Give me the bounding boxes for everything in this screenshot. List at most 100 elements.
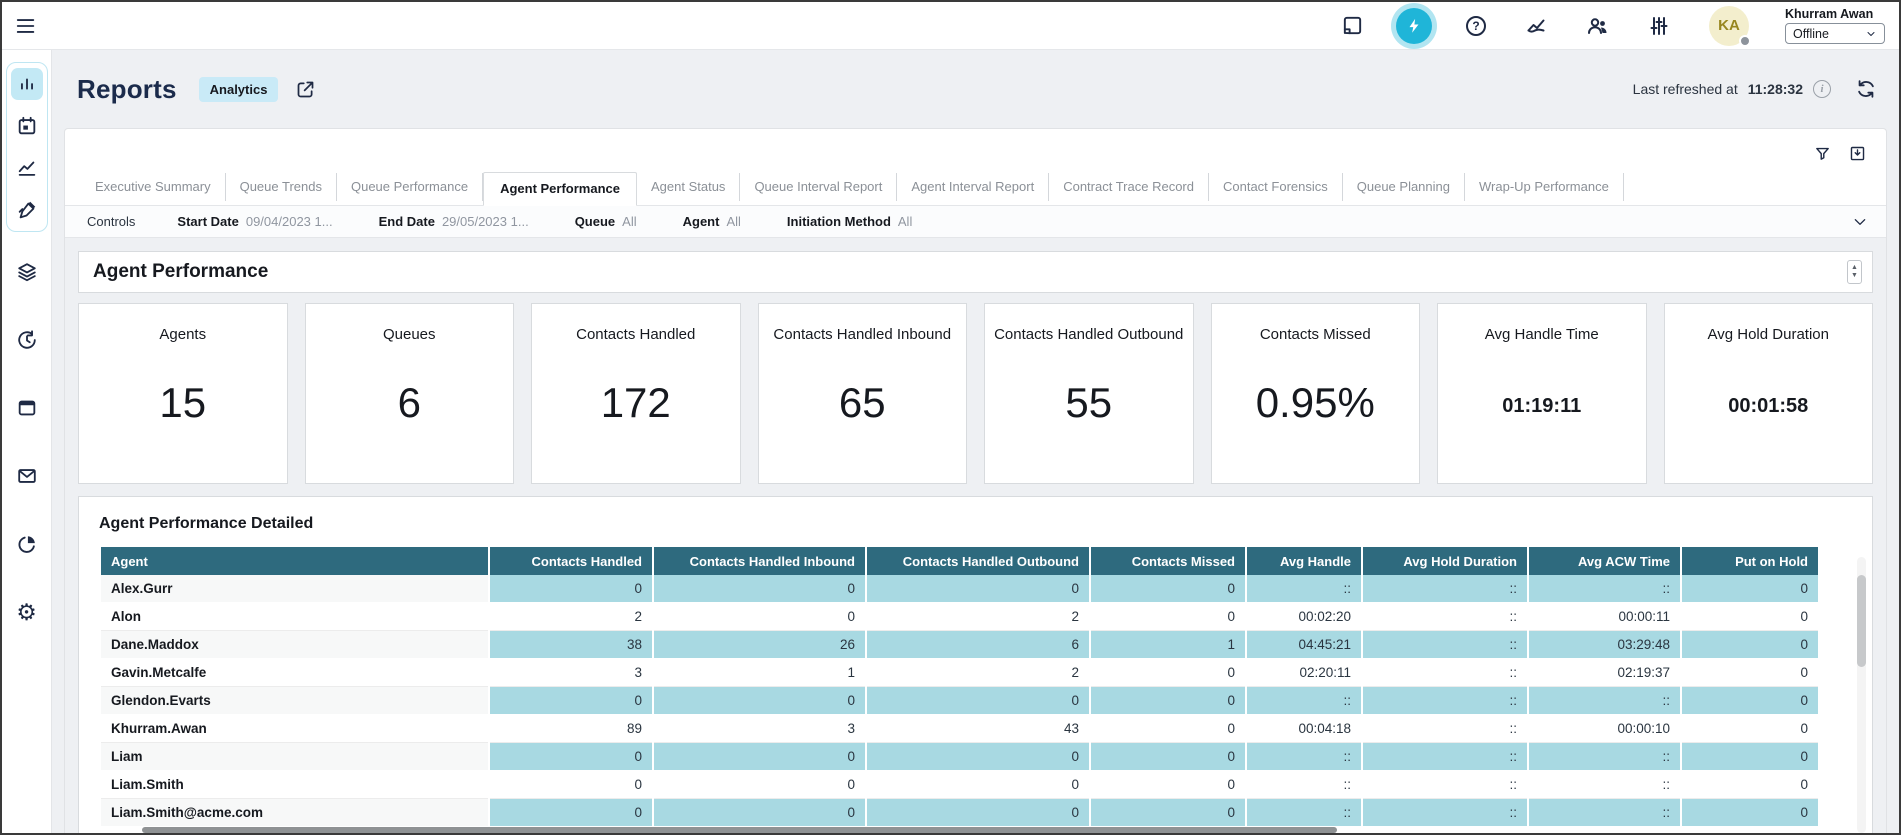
layers-icon bbox=[16, 261, 38, 283]
sidebar-item-scheduled-reports[interactable] bbox=[11, 110, 43, 142]
kpi-card-title: Queues bbox=[375, 326, 444, 343]
filter-label: Queue bbox=[575, 214, 615, 229]
hamburger-menu-icon[interactable] bbox=[15, 15, 37, 37]
column-header-avg-acw-time[interactable]: Avg ACW Time bbox=[1529, 547, 1680, 575]
notes-icon[interactable] bbox=[1335, 9, 1369, 43]
task-bolt-icon[interactable] bbox=[1396, 8, 1432, 44]
avatar[interactable]: KA bbox=[1709, 6, 1749, 46]
filter-label: Agent bbox=[683, 214, 720, 229]
filter-label: End Date bbox=[379, 214, 435, 229]
filter-start-date[interactable]: Start Date 09/04/2023 1... bbox=[177, 214, 332, 229]
top-bar: ? KA Khurram Awan Offline bbox=[2, 2, 1899, 50]
filter-label: Start Date bbox=[177, 214, 238, 229]
column-header-contacts-missed[interactable]: Contacts Missed bbox=[1091, 547, 1245, 575]
mail-icon bbox=[16, 465, 38, 487]
tab-executive-summary[interactable]: Executive Summary bbox=[81, 173, 226, 201]
detailed-title: Agent Performance Detailed bbox=[99, 515, 1872, 533]
column-header-avg-hold-duration[interactable]: Avg Hold Duration bbox=[1363, 547, 1527, 575]
column-header-contacts-handled-inbound[interactable]: Contacts Handled Inbound bbox=[654, 547, 865, 575]
sidebar-item-report-designer[interactable] bbox=[11, 194, 43, 226]
metric-cell: 0 bbox=[490, 799, 652, 827]
metric-cell: :: bbox=[1363, 659, 1527, 687]
metric-cell: 0 bbox=[867, 799, 1089, 827]
metric-cell: 0 bbox=[867, 575, 1089, 603]
agent-name-cell: Glendon.Evarts bbox=[101, 687, 488, 715]
metric-cell: 02:20:11 bbox=[1247, 659, 1361, 687]
table-row: Glendon.Evarts0000::::::0 bbox=[101, 687, 1818, 715]
kpi-card-title: Agents bbox=[151, 326, 214, 343]
sliders-icon[interactable] bbox=[1642, 9, 1676, 43]
sidebar-item-mail[interactable] bbox=[11, 460, 43, 492]
table-row: Liam0000::::::0 bbox=[101, 743, 1818, 771]
filter-icon[interactable] bbox=[1814, 145, 1831, 162]
metric-cell: 1 bbox=[654, 659, 865, 687]
column-header-avg-handle[interactable]: Avg Handle bbox=[1247, 547, 1361, 575]
external-link-icon[interactable] bbox=[295, 79, 316, 100]
sidebar-item-reports[interactable] bbox=[11, 68, 43, 100]
filter-agent[interactable]: AgentAll bbox=[683, 214, 741, 229]
column-header-contacts-handled[interactable]: Contacts Handled bbox=[490, 547, 652, 575]
tab-queue-trends[interactable]: Queue Trends bbox=[226, 173, 337, 201]
metric-cell: 0 bbox=[1091, 743, 1245, 771]
metric-cell: 2 bbox=[490, 603, 652, 631]
help-icon[interactable]: ? bbox=[1459, 9, 1493, 43]
download-icon[interactable] bbox=[1849, 145, 1866, 162]
column-header-put-on-hold[interactable]: Put on Hold bbox=[1682, 547, 1818, 575]
filter-initiation-method[interactable]: Initiation MethodAll bbox=[787, 214, 912, 229]
kpi-card-value: 55 bbox=[1065, 379, 1112, 427]
tab-queue-performance[interactable]: Queue Performance bbox=[337, 173, 483, 201]
metric-cell: 04:45:21 bbox=[1247, 631, 1361, 659]
filter-value: 09/04/2023 1... bbox=[246, 214, 333, 229]
metrics-icon[interactable] bbox=[1520, 9, 1554, 43]
kpi-card-value: 15 bbox=[159, 379, 206, 427]
tab-agent-interval-report[interactable]: Agent Interval Report bbox=[897, 173, 1049, 201]
chevron-down-icon bbox=[1865, 28, 1877, 40]
metric-cell: :: bbox=[1363, 715, 1527, 743]
metric-cell: 00:00:11 bbox=[1529, 603, 1680, 631]
agent-status-value: Offline bbox=[1793, 27, 1829, 41]
kpi-card-avg-handle-time: Avg Handle Time01:19:11 bbox=[1437, 303, 1647, 484]
controls-expand-chevron-icon[interactable] bbox=[1852, 214, 1868, 230]
refresh-icon[interactable] bbox=[1855, 78, 1877, 100]
column-header-agent[interactable]: Agent bbox=[101, 547, 488, 575]
info-icon[interactable]: i bbox=[1813, 80, 1831, 98]
metric-cell: 0 bbox=[1682, 575, 1818, 603]
kpi-card-contacts-handled-outbound: Contacts Handled Outbound55 bbox=[984, 303, 1194, 484]
tab-contact-forensics[interactable]: Contact Forensics bbox=[1209, 173, 1343, 201]
filter-end-date[interactable]: End Date29/05/2023 1... bbox=[379, 214, 529, 229]
tab-queue-interval-report[interactable]: Queue Interval Report bbox=[740, 173, 897, 201]
sidebar-item-window[interactable] bbox=[11, 392, 43, 424]
sidebar-item-history[interactable] bbox=[11, 324, 43, 356]
tab-contract-trace-record[interactable]: Contract Trace Record bbox=[1049, 173, 1209, 201]
agent-name-cell: Dane.Maddox bbox=[101, 631, 488, 659]
sidebar-item-settings[interactable]: ⚙ bbox=[11, 596, 43, 628]
tab-agent-status[interactable]: Agent Status bbox=[637, 173, 740, 201]
users-icon[interactable] bbox=[1581, 9, 1615, 43]
table-hscroll-thumb[interactable] bbox=[142, 827, 1337, 833]
metric-cell: 02:19:37 bbox=[1529, 659, 1680, 687]
column-header-contacts-handled-outbound[interactable]: Contacts Handled Outbound bbox=[867, 547, 1089, 575]
kpi-card-value: 65 bbox=[839, 379, 886, 427]
kpi-card-contacts-missed: Contacts Missed0.95% bbox=[1211, 303, 1421, 484]
filter-queue[interactable]: QueueAll bbox=[575, 214, 637, 229]
spinner-control[interactable]: ▲▼ bbox=[1847, 260, 1862, 284]
section-title: Agent Performance bbox=[93, 261, 268, 283]
metric-cell: 0 bbox=[654, 799, 865, 827]
kpi-card-contacts-handled: Contacts Handled172 bbox=[531, 303, 741, 484]
last-refreshed-time: 11:28:32 bbox=[1748, 81, 1803, 97]
metric-cell: 0 bbox=[490, 771, 652, 799]
agent-status-select[interactable]: Offline bbox=[1785, 23, 1885, 44]
sidebar-item-pie-reports[interactable] bbox=[11, 528, 43, 560]
metric-cell: :: bbox=[1529, 687, 1680, 715]
metric-cell: 2 bbox=[867, 659, 1089, 687]
kpi-card-title: Avg Hold Duration bbox=[1700, 326, 1837, 343]
analytics-badge: Analytics bbox=[199, 77, 279, 102]
sidebar-item-metrics[interactable] bbox=[11, 152, 43, 184]
tab-agent-performance[interactable]: Agent Performance bbox=[483, 172, 637, 206]
table-vscroll-thumb[interactable] bbox=[1857, 575, 1866, 667]
tab-wrap-up-performance[interactable]: Wrap-Up Performance bbox=[1465, 173, 1624, 201]
metric-cell: 26 bbox=[654, 631, 865, 659]
tab-queue-planning[interactable]: Queue Planning bbox=[1343, 173, 1465, 201]
metric-cell: 00:04:18 bbox=[1247, 715, 1361, 743]
sidebar-item-layers[interactable] bbox=[11, 256, 43, 288]
